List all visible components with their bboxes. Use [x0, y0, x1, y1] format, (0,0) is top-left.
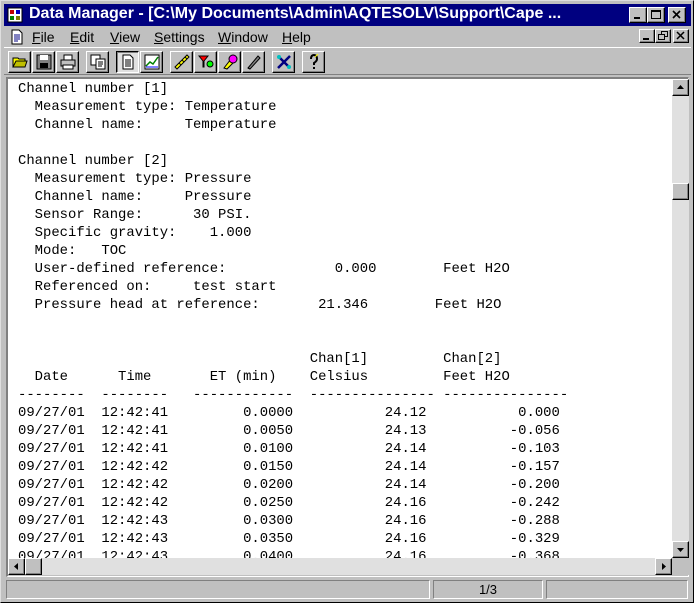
status-bar: 1/3: [4, 579, 691, 600]
print-button[interactable]: [56, 51, 79, 73]
ruler-icon: [174, 54, 190, 70]
save-disk-icon: [36, 54, 52, 70]
save-button[interactable]: [32, 51, 55, 73]
filter-button[interactable]: [194, 51, 217, 73]
scrollbar-corner: [672, 558, 689, 575]
menu-help[interactable]: Help: [282, 29, 311, 45]
highlight-button[interactable]: [218, 51, 241, 73]
filter-icon: [198, 55, 214, 68]
maximize-button[interactable]: [647, 7, 665, 23]
text-view-icon: [122, 54, 134, 70]
menu-view[interactable]: View: [110, 29, 140, 45]
arrow-down-icon: [677, 548, 684, 552]
help-button[interactable]: [302, 51, 325, 73]
maximize-icon: [651, 10, 661, 19]
settings-tools-icon: [277, 55, 291, 69]
close-icon: [672, 10, 681, 19]
menu-view-label: iew: [119, 29, 141, 45]
menu-settings-label: ettings: [163, 29, 205, 45]
app-icon[interactable]: [7, 7, 23, 23]
menu-window-label: indow: [231, 29, 268, 45]
text-view-button[interactable]: [116, 51, 139, 73]
open-folder-icon: [12, 57, 28, 68]
status-page-indicator: 1/3: [433, 580, 543, 599]
menu-file[interactable]: File: [32, 29, 55, 45]
highlight-icon: [223, 54, 238, 70]
arrow-right-icon: [662, 563, 666, 570]
title-bar[interactable]: Data Manager - [C:\My Documents\Admin\AQ…: [4, 4, 691, 26]
document-text: Channel number [1] Measurement type: Tem…: [18, 81, 569, 558]
scroll-left-button[interactable]: [8, 558, 25, 575]
arrow-left-icon: [14, 563, 18, 570]
open-button[interactable]: [8, 51, 31, 73]
menu-settings[interactable]: Settings: [154, 29, 205, 45]
menu-bar: File Edit View Settings Window Help: [4, 27, 691, 47]
scroll-right-button[interactable]: [655, 558, 672, 575]
horizontal-scrollbar[interactable]: [8, 558, 672, 575]
scroll-down-button[interactable]: [672, 541, 689, 558]
doc-minimize-button[interactable]: [639, 29, 655, 43]
tools-button[interactable]: [272, 51, 295, 73]
copy-icon: [90, 54, 106, 70]
horizontal-scroll-thumb[interactable]: [25, 558, 42, 575]
menu-edit-label: dit: [79, 29, 95, 45]
minimize-icon: [643, 38, 649, 40]
window-title: Data Manager - [C:\My Documents\Admin\AQ…: [29, 5, 562, 22]
chart-view-icon: [144, 54, 160, 70]
menu-edit[interactable]: Edit: [70, 29, 94, 45]
menu-help-label: elp: [292, 29, 311, 45]
restore-icon: [658, 31, 668, 40]
close-icon: [676, 31, 685, 40]
doc-restore-button[interactable]: [655, 29, 671, 43]
document-text-area[interactable]: Channel number [1] Measurement type: Tem…: [8, 79, 675, 558]
vertical-scrollbar[interactable]: [672, 79, 689, 558]
doc-close-button[interactable]: [673, 29, 689, 43]
menu-window[interactable]: Window: [218, 29, 268, 45]
menu-file-label: ile: [40, 29, 55, 45]
document-menu-icon[interactable]: [9, 29, 25, 45]
pen-icon: [247, 55, 261, 70]
help-icon: [310, 54, 319, 69]
vertical-scroll-thumb[interactable]: [672, 183, 689, 200]
copy-button[interactable]: [86, 51, 109, 73]
minimize-button[interactable]: [629, 7, 647, 23]
app-window: Data Manager - [C:\My Documents\Admin\AQ…: [0, 0, 694, 603]
ruler-button[interactable]: [170, 51, 193, 73]
arrow-up-icon: [677, 85, 684, 89]
print-icon: [60, 54, 76, 70]
status-extra-panel: [546, 580, 688, 599]
chart-view-button[interactable]: [140, 51, 163, 73]
status-message-panel: [6, 580, 430, 599]
close-button[interactable]: [668, 7, 686, 23]
toolbar: [4, 47, 691, 75]
pen-button[interactable]: [242, 51, 265, 73]
minimize-icon: [634, 17, 640, 19]
scroll-up-button[interactable]: [672, 79, 689, 96]
